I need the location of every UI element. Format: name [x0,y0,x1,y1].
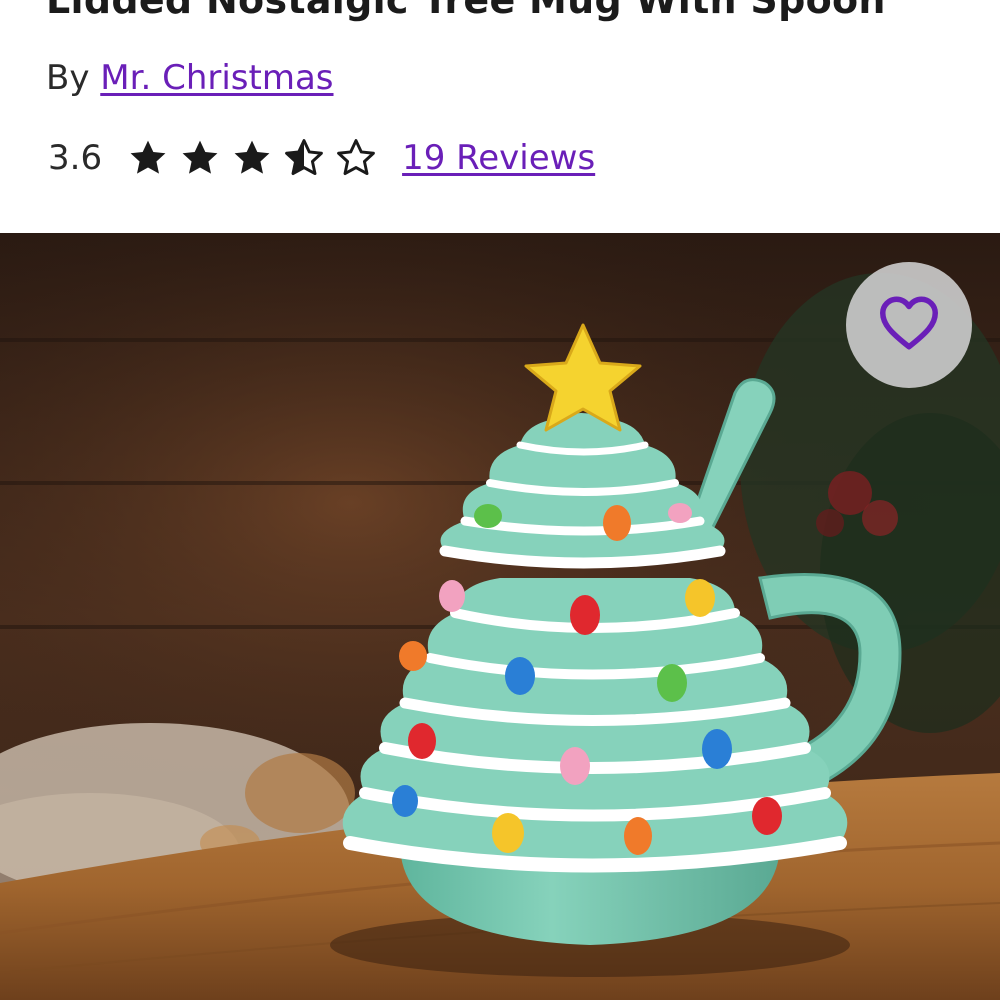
by-label: By [46,58,90,98]
heart-outline-icon [879,295,939,355]
star-full-icon [230,136,274,180]
reviews-link[interactable]: 19 Reviews [402,138,595,178]
brand-link[interactable]: Mr. Christmas [100,58,333,98]
star-half-icon [282,136,326,180]
product-page: Lidded Nostalgic Tree Mug With Spoon By … [0,0,1000,1000]
favorite-button[interactable] [846,262,972,388]
brand-line: By Mr. Christmas [46,58,334,98]
star-empty-icon [334,136,378,180]
product-title: Lidded Nostalgic Tree Mug With Spoon [46,0,886,22]
star-full-icon [178,136,222,180]
star-rating [126,136,378,180]
star-full-icon [126,136,170,180]
rating-row: 3.6 19 Reviews [48,128,595,188]
rating-value: 3.6 [48,138,103,178]
